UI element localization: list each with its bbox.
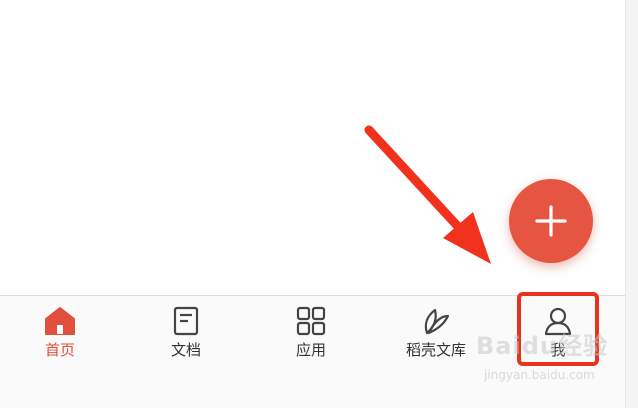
bottom-tab-bar: 首页 文档 应用 稻壳文库 我 [0,295,625,408]
tab-apps[interactable]: 应用 [261,306,361,370]
tab-home-label: 首页 [44,341,75,359]
home-icon [10,306,110,336]
document-icon [136,306,236,336]
tab-home[interactable]: 首页 [10,306,110,370]
right-edge-strip [625,0,638,408]
leaf-icon [386,306,486,336]
tab-docs-label: 文档 [170,341,201,359]
tab-me-label: 我 [550,341,566,359]
user-icon [508,306,608,336]
tab-me[interactable]: 我 [508,306,608,370]
tab-apps-label: 应用 [295,341,326,359]
create-new-button[interactable] [509,179,593,263]
tab-library-label: 稻壳文库 [405,341,466,359]
tab-library[interactable]: 稻壳文库 [386,306,486,370]
tab-docs[interactable]: 文档 [136,306,236,370]
apps-grid-icon [261,306,361,336]
